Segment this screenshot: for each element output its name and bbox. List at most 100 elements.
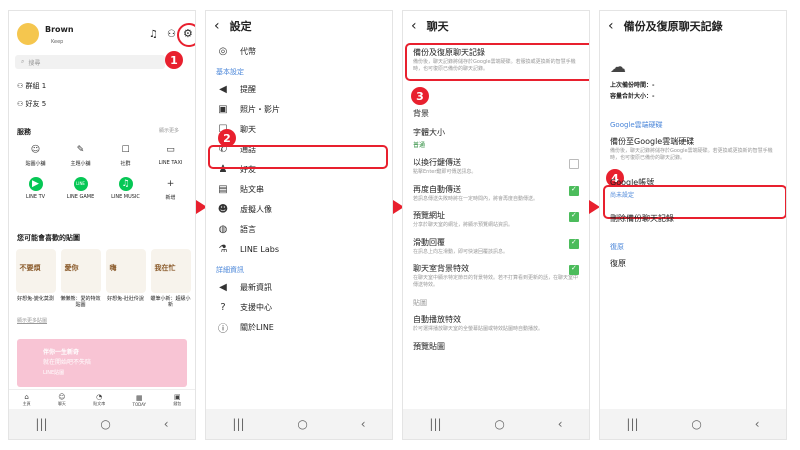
service-label: 主題小舖: [70, 161, 91, 167]
tab-0[interactable]: ⌂ 主頁: [23, 393, 31, 407]
bell-icon[interactable]: ♫: [149, 29, 158, 40]
settings-item-1[interactable]: ▣ 照片・影片: [206, 99, 392, 119]
back-arrow-icon[interactable]: ‹: [411, 18, 417, 34]
backup-header: ‹ 備份及復原聊天記錄: [608, 18, 723, 34]
checkbox[interactable]: [569, 211, 579, 222]
recents-icon[interactable]: |||: [626, 417, 638, 431]
checkbox[interactable]: [569, 159, 579, 169]
sticker-item[interactable]: 愛你 懶懶熊：愛的特效貼圖: [60, 249, 102, 308]
back-icon[interactable]: ‹: [361, 417, 366, 431]
backup-to-drive-item[interactable]: 備份至Google雲端硬碟 備份後，聊天記錄將儲存於Google雲端硬碟。若更換…: [600, 132, 786, 165]
service-label: LINE GAME: [66, 194, 95, 200]
chat-setting-item[interactable]: 再度自動傳送 若訊息傳送失敗時將在一定時間內，將會再度自動傳送。: [403, 180, 589, 207]
recents-icon[interactable]: |||: [429, 417, 441, 431]
chat-setting-item[interactable]: 聊天室背景特效 在聊天室中顯示特定節日的背景特效。若不打算看到更新的話，在聊天室中…: [403, 259, 589, 292]
groups-row[interactable]: ⚇ 群組 1: [17, 81, 46, 91]
section-restore: 復原: [610, 243, 624, 251]
home-icon[interactable]: ○: [100, 417, 110, 431]
friends-row[interactable]: ⚇ 好友 5: [17, 99, 46, 109]
avatar[interactable]: [17, 23, 39, 45]
sticker-image: 我在忙: [150, 249, 191, 293]
checkbox[interactable]: [569, 185, 579, 196]
sticker-art-text: 我在忙: [154, 264, 176, 272]
service-6[interactable]: ♫ LINE MUSIC: [103, 177, 148, 201]
speaker-icon: ◀: [219, 83, 227, 95]
chat-setting-item[interactable]: 預覽貼圖: [403, 337, 589, 356]
promo-line1: 伴你一生新奇: [43, 349, 80, 356]
home-icon[interactable]: ○: [494, 417, 504, 431]
tab-1[interactable]: ☺ 聊天: [58, 393, 66, 407]
settings-item-6[interactable]: ☻ 虛擬人像: [206, 199, 392, 219]
promo-banner[interactable]: 伴你一生新奇 就在開始吧不失陪 LINE貼圖: [17, 339, 187, 387]
profile-name[interactable]: Brown: [45, 25, 74, 34]
service-2[interactable]: ☐ 社群: [103, 143, 148, 167]
settings-item-8[interactable]: ⚗ LINE Labs: [206, 239, 392, 259]
sticker-image: 不要煩: [15, 249, 56, 293]
service-7[interactable]: + 新增: [148, 177, 193, 201]
tab-label: 錢包: [173, 401, 182, 406]
add-friend-icon[interactable]: ⚇: [167, 29, 176, 40]
settings-item-7[interactable]: ◍ 語言: [206, 219, 392, 239]
tab-3[interactable]: ▦ TODAY: [133, 394, 146, 407]
sticker-item[interactable]: 嗨好想兔-壯壯伶說: [105, 249, 147, 308]
see-more-link[interactable]: 顯示更多: [159, 127, 179, 134]
service-label: LINE TV: [25, 194, 46, 200]
back-icon[interactable]: ‹: [558, 417, 563, 431]
section-stickers: 貼圖: [413, 299, 427, 307]
settings-item-0[interactable]: ◀ 最新資訊: [206, 277, 392, 297]
back-arrow-icon[interactable]: ‹: [608, 18, 614, 34]
section-google-drive: Google雲端硬碟: [610, 121, 663, 129]
recents-icon[interactable]: |||: [232, 417, 244, 431]
total-size: 容量合計大小：-: [610, 93, 655, 100]
chat-setting-item[interactable]: 滑動回覆 在訊息上向左滑動，即可快速回覆該訊息。: [403, 233, 589, 260]
settings-item-2[interactable]: ⓘ 關於LINE: [206, 317, 392, 337]
settings-item-5[interactable]: ▤ 貼文串: [206, 179, 392, 199]
item-desc: 分享於聊天室的網址，將顯示預覽網站資訊。: [413, 222, 514, 228]
service-4[interactable]: ▶ LINE TV: [13, 177, 58, 201]
restore-item[interactable]: 復原: [600, 254, 786, 273]
sticker-item[interactable]: 我在忙 蠟筆小新：超級小新: [150, 249, 192, 308]
item-title: 預覽貼圖: [413, 341, 445, 351]
checkbox[interactable]: [569, 264, 579, 275]
tab-4[interactable]: ▣ 錢包: [173, 393, 181, 407]
item-desc: 於可選擇播放聊天室的全螢幕貼圖或特效貼圖時自動播放。: [413, 326, 544, 332]
service-5[interactable]: LINE LINE GAME: [58, 177, 103, 201]
item-title: 背景: [413, 109, 429, 118]
back-icon[interactable]: ‹: [755, 417, 760, 431]
tab-icon: ◔: [96, 393, 103, 401]
tab-label: 主頁: [22, 401, 31, 406]
settings-item-1[interactable]: ? 支援中心: [206, 297, 392, 317]
more-stickers-link[interactable]: 顯示更多貼圖: [17, 317, 47, 324]
checkbox[interactable]: [569, 238, 579, 249]
back-arrow-icon[interactable]: ‹: [214, 18, 220, 34]
settings-item-0[interactable]: ◎ 代幣: [206, 41, 392, 61]
settings-item-0[interactable]: ◀ 提醒: [206, 79, 392, 99]
delete-backup-item[interactable]: 刪除備份聊天記錄: [600, 209, 786, 228]
chat-setting-item[interactable]: 自動播放特效 於可選擇播放聊天室的全螢幕貼圖或特效貼圖時自動播放。: [403, 310, 589, 337]
item-value: 普通: [413, 142, 426, 149]
sticker-label: 好想兔-壯壯伶說: [107, 296, 144, 302]
chat-icon: ☐: [121, 145, 130, 155]
tab-icon: ▦: [135, 393, 143, 402]
service-1[interactable]: ✎ 主題小舖: [58, 143, 103, 167]
chat-setting-item[interactable]: 預覽網址 分享於聊天室的網址，將顯示預覽網站資訊。: [403, 206, 589, 233]
tab-label: 聊天: [57, 401, 66, 406]
plus-icon: +: [166, 179, 175, 189]
recents-icon[interactable]: |||: [35, 417, 47, 431]
item-desc: 點擊Enter鍵即可傳送訊息。: [413, 169, 477, 175]
service-0[interactable]: ☺ 貼圖小舖: [13, 143, 58, 167]
step2-highlight: [208, 145, 388, 169]
back-icon[interactable]: ‹: [164, 417, 169, 431]
service-3[interactable]: ▭ LINE TAXI: [148, 143, 193, 167]
home-screen: Brown Keep ♫ ⚇ ⚙ 1 ⌕ 搜尋 ⚇ 群組 1 ⚇ 好友 5 服務 …: [8, 10, 196, 440]
home-icon[interactable]: ○: [297, 417, 307, 431]
chat-setting-item[interactable]: 字體大小 普通: [403, 123, 589, 153]
item-desc: 在聊天室中顯示特定節日的背景特效。若不打算看到更新的話，在聊天室中傳送特效。: [413, 275, 579, 288]
brush-icon: ✎: [76, 145, 85, 155]
chat-setting-item[interactable]: 背景: [403, 104, 589, 123]
chat-setting-item[interactable]: 以換行鍵傳送 點擊Enter鍵即可傳送訊息。: [403, 153, 589, 180]
sticker-item[interactable]: 不要煩 好想兔-變化莫測: [15, 249, 57, 308]
home-icon[interactable]: ○: [691, 417, 701, 431]
search-input[interactable]: ⌕ 搜尋: [15, 55, 165, 69]
tab-2[interactable]: ◔ 貼文串: [93, 393, 105, 407]
